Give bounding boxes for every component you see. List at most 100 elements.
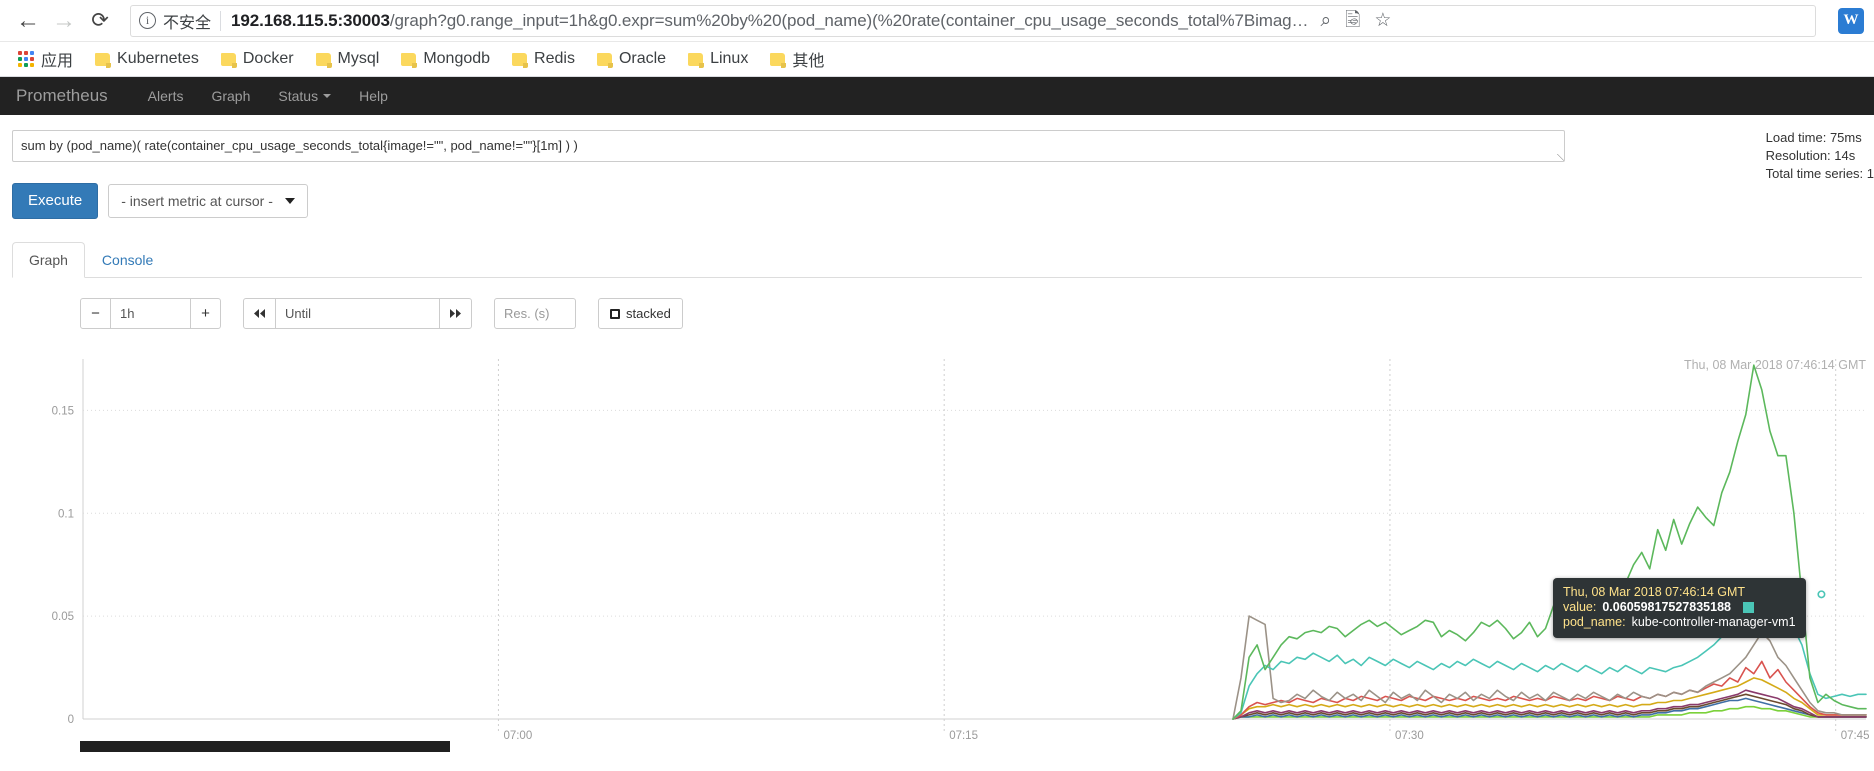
execute-button[interactable]: Execute <box>12 183 99 219</box>
range-input[interactable]: 1h <box>110 298 191 329</box>
expression-wrapper <box>12 130 1565 167</box>
stacked-label: stacked <box>626 306 671 321</box>
url-text: 192.168.115.5:30003/graph?g0.range_input… <box>231 11 1308 31</box>
insert-metric-label: - insert metric at cursor - <box>121 193 273 209</box>
tooltip-value: 0.06059817527835188 <box>1602 600 1731 614</box>
bookmark-label: Redis <box>534 50 575 67</box>
tooltip-pod-key: pod_name: <box>1563 615 1626 629</box>
reload-icon[interactable]: ⟳ <box>82 3 118 39</box>
graph-panel: 0 0.05 0.1 0.15 07:00 07:15 07:30 07:45 Thu, 08… <box>0 351 1874 751</box>
graph-controls: − 1h + Until Res. (s) stacked <box>80 298 1862 329</box>
nav-label: Help <box>359 88 388 104</box>
apps-grid-icon <box>18 51 34 67</box>
view-tabs: Graph Console <box>12 241 1862 278</box>
back-arrow-icon[interactable]: ← <box>10 3 46 39</box>
folder-icon <box>512 52 529 68</box>
tooltip-value-key: value: <box>1563 600 1597 614</box>
star-icon[interactable]: ☆ <box>1374 11 1391 30</box>
bookmark-item-mongodb[interactable]: Mongodb <box>391 46 500 72</box>
step-backward-button[interactable] <box>243 298 276 329</box>
graph-header-time: Thu, 08 Mar 2018 07:46:14 GMT <box>1683 358 1866 372</box>
translate-icon[interactable]: 🗟 <box>1345 11 1360 30</box>
site-info-icon[interactable]: i <box>139 12 156 29</box>
time-group: Until <box>243 298 472 329</box>
security-label: 不安全 <box>163 14 212 32</box>
range-decrease-button[interactable]: − <box>80 298 111 329</box>
tab-graph[interactable]: Graph <box>12 242 85 278</box>
address-bar[interactable]: i 不安全 192.168.115.5:30003/graph?g0.range… <box>130 4 1816 37</box>
bookmark-label: Docker <box>242 50 294 67</box>
query-row <box>12 115 1862 167</box>
nav-label: Alerts <box>147 88 184 104</box>
total-time-series: Total time series: 1 <box>1765 166 1874 181</box>
chart-hover-point <box>1817 590 1826 599</box>
x-axis-tick-label: 07:00 <box>503 730 532 742</box>
cpu-usage-line-chart[interactable]: 0 0.05 0.1 0.15 07:00 07:15 07:30 07:45 <box>0 351 1874 771</box>
y-axis-tick-label: 0.1 <box>58 508 74 520</box>
fast-forward-icon <box>450 309 461 318</box>
folder-icon <box>315 52 332 68</box>
until-input[interactable]: Until <box>275 298 440 329</box>
chart-series-line <box>1232 364 1867 720</box>
zoom-out-icon[interactable]: ⌕ <box>1320 11 1331 30</box>
prometheus-brand[interactable]: Prometheus <box>16 86 122 106</box>
tooltip-pod-row: pod_name: kube-controller-manager-vm1 <box>1563 615 1796 630</box>
browser-toolbar: ← → ⟳ i 不安全 192.168.115.5:30003/graph?g0… <box>0 0 1874 42</box>
folder-icon <box>770 52 787 68</box>
range-increase-button[interactable]: + <box>190 298 221 329</box>
bookmark-apps-label: 应用 <box>41 53 74 70</box>
nav-label: Status <box>278 88 319 104</box>
prometheus-navbar: Prometheus Alerts Graph Status Help <box>0 77 1874 115</box>
nav-label: Graph <box>211 88 251 104</box>
bookmark-apps[interactable]: 应用 <box>8 43 83 75</box>
resolution: Resolution: 14s <box>1765 148 1856 163</box>
load-time: Load time: 75ms <box>1765 130 1862 145</box>
tooltip-time: Thu, 08 Mar 2018 07:46:14 GMT <box>1563 585 1746 599</box>
folder-icon <box>401 52 418 68</box>
bookmark-item-linux[interactable]: Linux <box>678 46 758 72</box>
nav-item-status[interactable]: Status <box>264 77 345 115</box>
bookmark-label: Kubernetes <box>117 50 199 67</box>
folder-icon <box>688 52 705 68</box>
chevron-down-icon <box>285 198 296 204</box>
tooltip-pod-name: kube-controller-manager-vm1 <box>1631 615 1796 629</box>
step-forward-button[interactable] <box>439 298 472 329</box>
folder-icon <box>95 52 112 68</box>
stacked-toggle[interactable]: stacked <box>598 298 683 329</box>
resolution-input[interactable]: Res. (s) <box>494 298 576 329</box>
chart-series-line <box>1232 660 1867 720</box>
omnibox-divider <box>220 10 222 31</box>
bookmark-item-docker[interactable]: Docker <box>211 46 304 72</box>
bookmark-item-kubernetes[interactable]: Kubernetes <box>85 46 209 72</box>
bookmark-item-redis[interactable]: Redis <box>502 46 585 72</box>
execute-row: Execute - insert metric at cursor - <box>12 183 1862 219</box>
x-axis-tick-label: 07:45 <box>1841 730 1870 742</box>
checkbox-icon <box>610 308 620 319</box>
bookmark-item-mysql[interactable]: Mysql <box>306 46 390 72</box>
nav-item-alerts[interactable]: Alerts <box>134 77 198 115</box>
insert-metric-select[interactable]: - insert metric at cursor - <box>108 184 309 218</box>
chevron-down-icon <box>323 94 332 98</box>
bookmark-item-other[interactable]: 其他 <box>760 43 834 75</box>
folder-icon <box>220 52 237 68</box>
extension-icon[interactable]: W <box>1838 7 1864 34</box>
bookmarks-bar: 应用 Kubernetes Docker Mysql Mongodb Redis… <box>0 42 1874 77</box>
nav-item-graph[interactable]: Graph <box>197 77 264 115</box>
bookmark-label: Linux <box>710 50 749 67</box>
horizontal-scrollbar[interactable] <box>80 741 450 752</box>
page-content: Load time: 75ms Resolution: 14s Total ti… <box>0 115 1874 329</box>
query-expression-input[interactable] <box>12 130 1565 162</box>
y-axis-tick-label: 0 <box>68 714 74 726</box>
range-group: − 1h + <box>80 298 221 329</box>
nav-item-help[interactable]: Help <box>345 77 402 115</box>
query-stats: Load time: 75ms Resolution: 14s Total ti… <box>1766 129 1874 183</box>
bookmark-label: Oracle <box>618 50 667 67</box>
folder-icon <box>596 52 613 68</box>
bookmark-item-oracle[interactable]: Oracle <box>587 46 676 72</box>
chart-tooltip: Thu, 08 Mar 2018 07:46:14 GMT value: 0.0… <box>1553 578 1806 638</box>
tooltip-series-swatch <box>1742 602 1754 613</box>
tab-console[interactable]: Console <box>85 242 170 278</box>
forward-arrow-icon[interactable]: → <box>46 3 82 39</box>
url-host: 192.168.115.5:30003 <box>231 10 390 30</box>
url-path: /graph?g0.range_input=1h&g0.expr=sum%20b… <box>389 10 1309 30</box>
